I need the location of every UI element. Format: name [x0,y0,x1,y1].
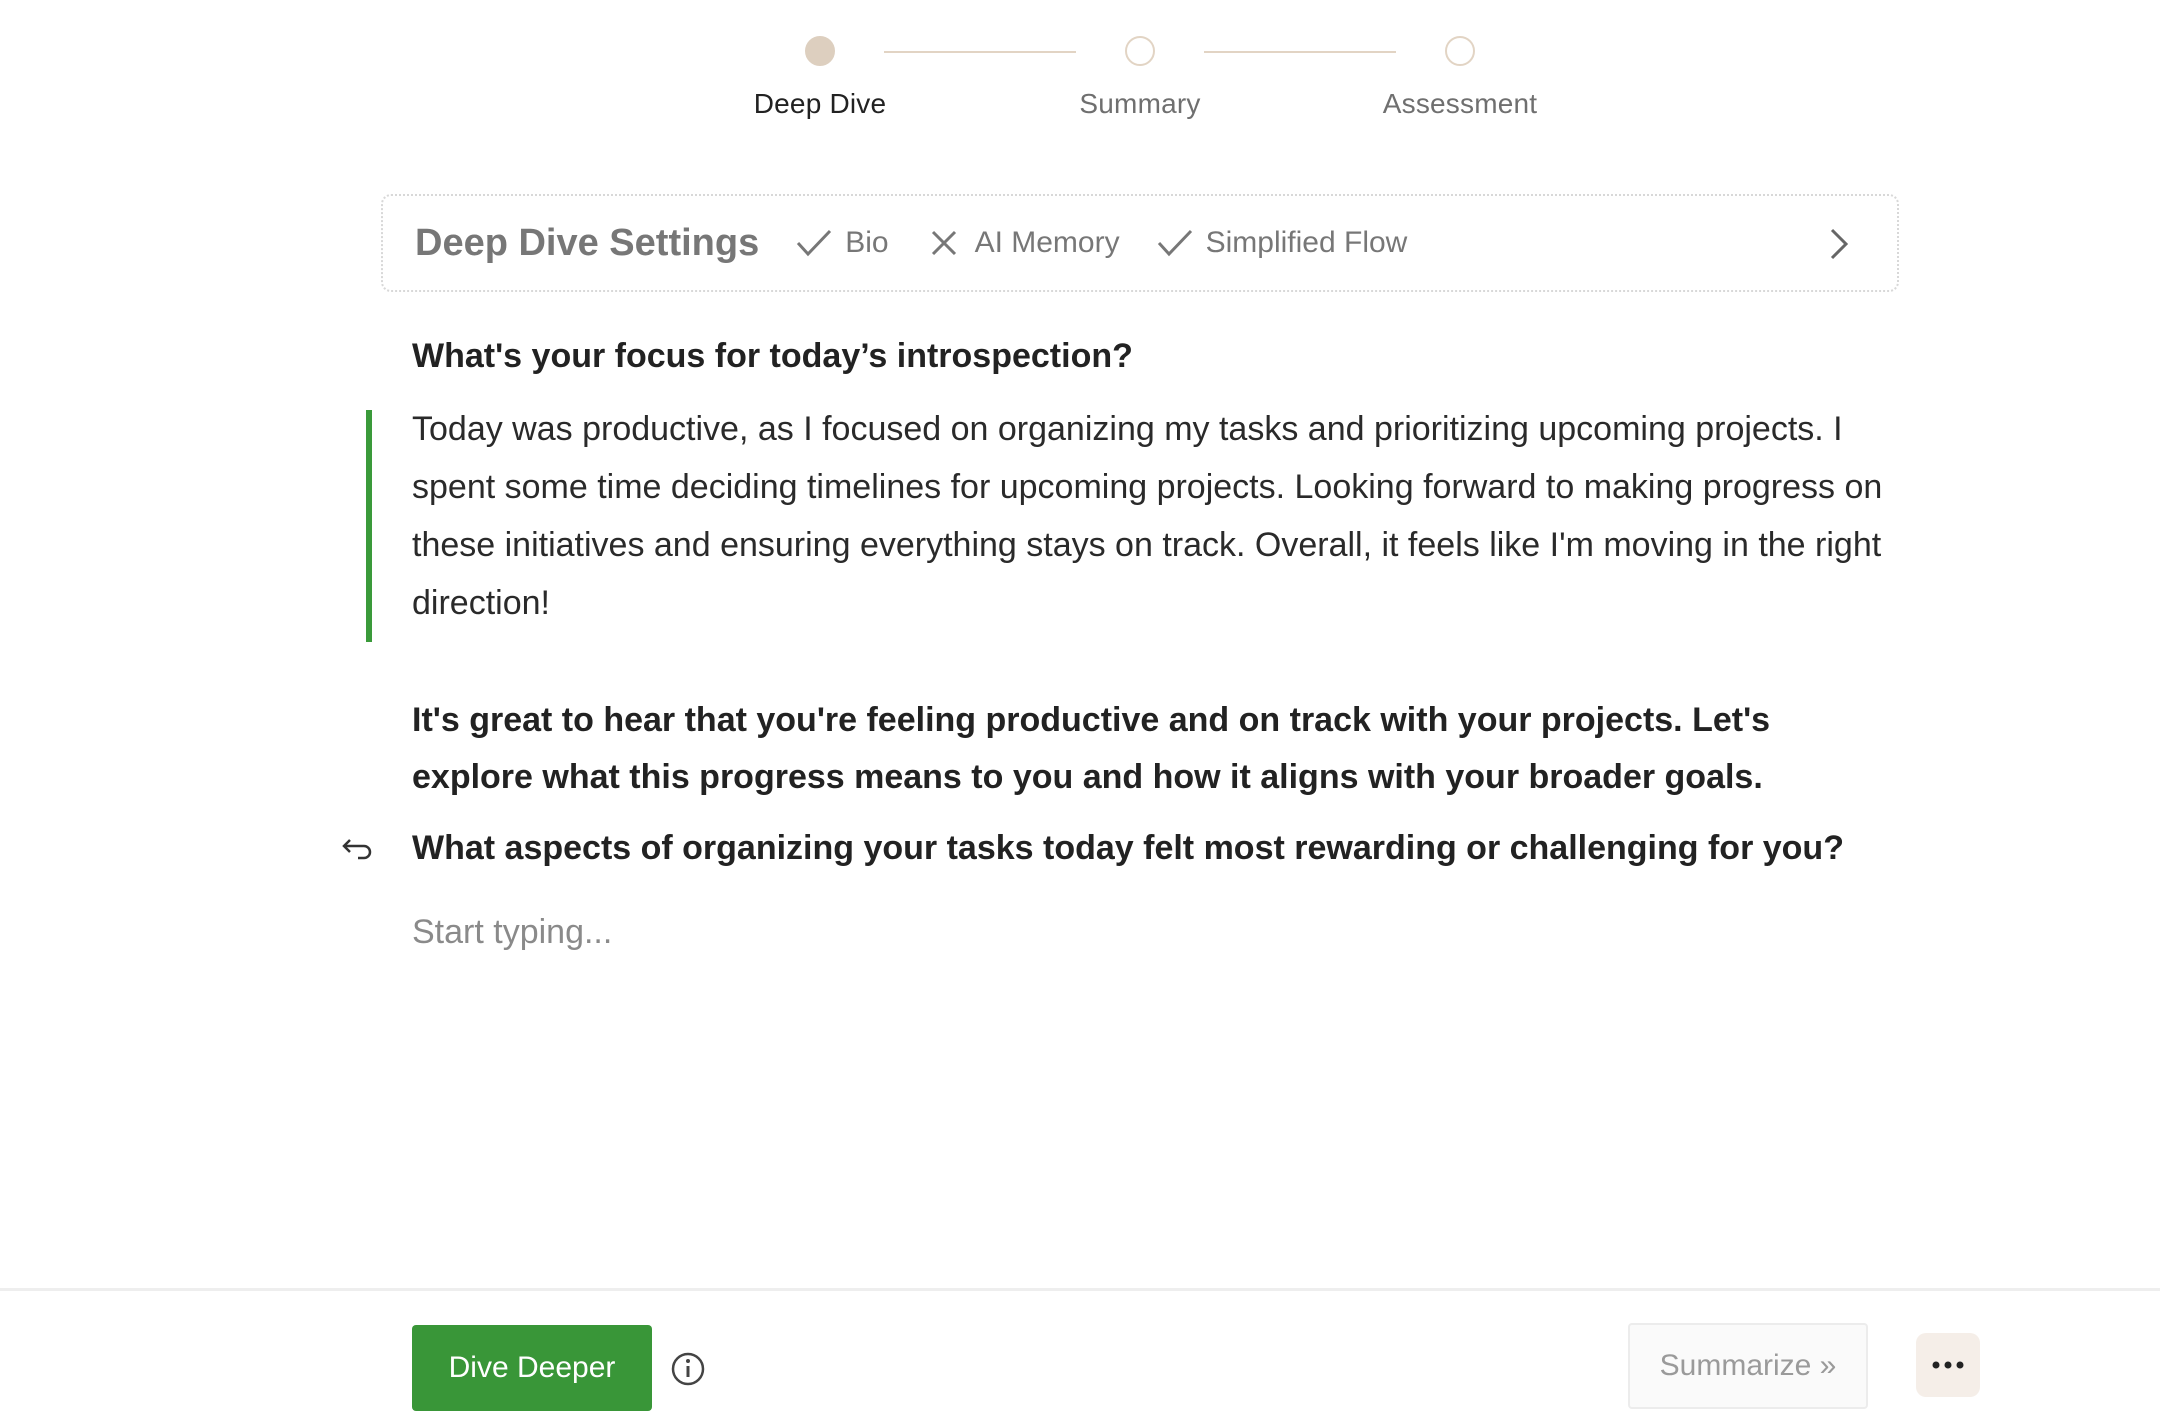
bottom-action-bar: Dive Deeper Summarize » [0,1288,2160,1428]
step-dot [1445,36,1475,66]
check-icon [795,226,833,260]
step-summary[interactable]: Summary [1010,36,1270,120]
conversation: What's your focus for today’s introspect… [342,330,1892,962]
chevron-right-icon[interactable] [1823,224,1853,264]
reply-icon[interactable] [340,836,374,864]
step-dot [1125,36,1155,66]
step-assessment[interactable]: Assessment [1330,36,1590,120]
answer-accent-bar [366,410,372,642]
setting-bio[interactable]: Bio [795,226,889,260]
more-options-button[interactable] [1916,1333,1980,1397]
check-icon [1156,226,1194,260]
step-dot-active [805,36,835,66]
setting-label: AI Memory [974,226,1120,259]
followup-row: What aspects of organizing your tasks to… [342,822,1892,874]
deep-dive-settings-bar[interactable]: Deep Dive Settings Bio AI Memory Simplif… [381,194,1899,292]
more-icon [1931,1358,1965,1373]
step-label: Assessment [1382,88,1538,119]
x-icon [925,226,963,260]
answer-input[interactable] [412,902,1892,962]
ai-response: It's great to hear that you're feeling p… [412,701,1771,796]
setting-simplified-flow[interactable]: Simplified Flow [1156,226,1408,260]
progress-stepper: Deep Dive Summary Assessment [0,36,2160,136]
summarize-button[interactable]: Summarize » [1628,1323,1868,1409]
followup-question: What aspects of organizing your tasks to… [412,829,1844,867]
step-label: Summary [1079,88,1201,119]
user-answer-block: Today was productive, as I focused on or… [366,400,1892,642]
info-icon[interactable] [670,1351,706,1387]
setting-label: Bio [845,226,889,259]
prompt-question: What's your focus for today’s introspect… [412,337,1133,375]
setting-ai-memory[interactable]: AI Memory [925,226,1120,260]
step-label: Deep Dive [753,88,887,119]
deep-dive-page: Deep Dive Summary Assessment Deep Dive S… [0,0,2160,1428]
step-deep-dive[interactable]: Deep Dive [690,36,950,120]
setting-label: Simplified Flow [1205,226,1408,259]
settings-title: Deep Dive Settings [415,221,760,264]
dive-deeper-button[interactable]: Dive Deeper [412,1325,652,1411]
user-answer: Today was productive, as I focused on or… [412,410,1883,622]
